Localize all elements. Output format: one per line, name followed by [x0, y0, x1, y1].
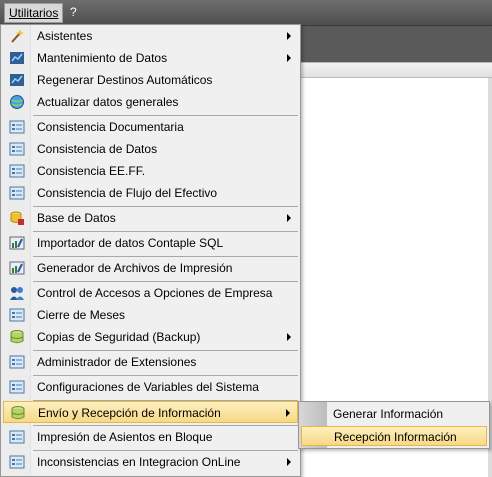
submenu-arrow-icon: [287, 333, 291, 341]
menu-item-envio-recepcion[interactable]: Envío y Recepción de Información: [3, 401, 298, 423]
submenu-arrow-icon: [287, 214, 291, 222]
menubar-item-utilitarios[interactable]: Utilitarios: [4, 3, 64, 23]
menu-item-consistencia-eeff[interactable]: Consistencia EE.FF.: [3, 160, 298, 182]
chart-import-icon: [9, 261, 25, 275]
submenu-arrow-icon: [287, 32, 291, 40]
menu-item-asistentes[interactable]: Asistentes: [3, 25, 298, 47]
submenu-arrow-icon: [286, 409, 290, 417]
form-icon: [9, 164, 25, 178]
form-icon: [9, 120, 25, 134]
menu-item-regenerar-destinos[interactable]: Regenerar Destinos Automáticos: [3, 69, 298, 91]
users-icon: [10, 287, 24, 300]
menu-item-configuraciones-variables[interactable]: Configuraciones de Variables del Sistema: [3, 376, 298, 398]
submenu-arrow-icon: [287, 54, 291, 62]
form-icon: [9, 355, 25, 369]
submenu-item-generar-informacion[interactable]: Generar Información: [301, 404, 487, 424]
form-icon: [9, 430, 25, 444]
menu-item-mantenimiento-datos[interactable]: Mantenimiento de Datos: [3, 47, 298, 69]
form-icon: [9, 142, 25, 156]
ribbon-bar: [300, 62, 492, 78]
dataset-icon: [10, 52, 24, 64]
wand-icon: [11, 29, 24, 43]
envio-recepcion-submenu: Generar Información Recepción Informació…: [298, 401, 490, 449]
menu-item-administrador-extensiones[interactable]: Administrador de Extensiones: [3, 351, 298, 373]
dataset-icon: [10, 74, 24, 86]
form-icon: [9, 308, 25, 322]
menu-item-consistencia-documentaria[interactable]: Consistencia Documentaria: [3, 116, 298, 138]
menubar: Utilitarios ?: [0, 0, 492, 26]
menu-item-consistencia-datos[interactable]: Consistencia de Datos: [3, 138, 298, 160]
database-icon: [11, 406, 25, 420]
chart-import-icon: [9, 236, 25, 250]
globe-icon: [10, 95, 24, 109]
menu-item-cierre-meses[interactable]: Cierre de Meses: [3, 304, 298, 326]
database-icon: [10, 330, 24, 344]
menu-item-control-accesos[interactable]: Control de Accesos a Opciones de Empresa: [3, 282, 298, 304]
submenu-arrow-icon: [287, 458, 291, 466]
database-lock-icon: [10, 211, 24, 225]
menu-item-generador-archivos[interactable]: Generador de Archivos de Impresión: [3, 257, 298, 279]
form-icon: [9, 186, 25, 200]
utilitarios-menu: Asistentes Mantenimiento de Datos Regene…: [0, 24, 301, 477]
menu-item-inconsistencias-integracion[interactable]: Inconsistencias en Integracion OnLine: [3, 451, 298, 473]
menu-item-actualizar-datos[interactable]: Actualizar datos generales: [3, 91, 298, 113]
menu-item-base-datos[interactable]: Base de Datos: [3, 207, 298, 229]
submenu-item-recepcion-informacion[interactable]: Recepción Información: [301, 426, 487, 446]
form-icon: [9, 380, 25, 394]
form-icon: [9, 455, 25, 469]
menu-item-impresion-asientos[interactable]: Impresión de Asientos en Bloque: [3, 426, 298, 448]
menu-item-consistencia-flujo[interactable]: Consistencia de Flujo del Efectivo: [3, 182, 298, 204]
menu-item-importador-contaple[interactable]: Importador de datos Contaple SQL: [3, 232, 298, 254]
menu-item-copias-seguridad[interactable]: Copias de Seguridad (Backup): [3, 326, 298, 348]
menubar-item-help[interactable]: ?: [66, 3, 81, 23]
